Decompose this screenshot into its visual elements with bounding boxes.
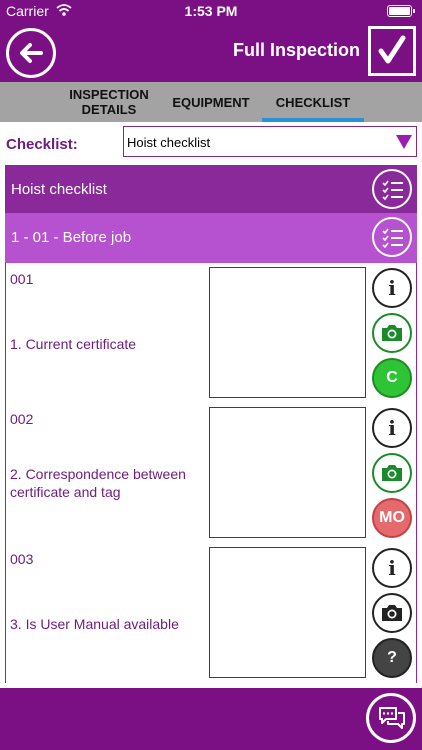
complete-inspection-button[interactable] bbox=[368, 26, 416, 76]
checklist-item: 002 2. Correspondence between certificat… bbox=[6, 403, 416, 543]
item-code: 001 bbox=[10, 271, 34, 287]
camera-icon bbox=[382, 605, 402, 621]
item-code: 002 bbox=[10, 411, 34, 427]
checklist-icon bbox=[382, 228, 403, 249]
item-description: 1. Current certificate bbox=[10, 336, 137, 352]
tab-inspection-details[interactable]: INSPECTION DETAILS bbox=[66, 82, 152, 122]
info-icon: i bbox=[388, 416, 396, 440]
camera-button[interactable] bbox=[372, 593, 412, 633]
app-header: Full Inspection bbox=[0, 22, 422, 82]
tab-equipment[interactable]: EQUIPMENT bbox=[166, 82, 256, 122]
camera-button[interactable] bbox=[372, 313, 412, 353]
footer-bar bbox=[0, 688, 422, 750]
checklist-item: 001 1. Current certificate i C bbox=[6, 263, 416, 403]
group-list-button[interactable] bbox=[372, 217, 412, 257]
status-badge[interactable]: MO bbox=[372, 498, 412, 538]
tab-bar: INSPECTION DETAILS EQUIPMENT CHECKLIST bbox=[0, 82, 422, 122]
info-icon: i bbox=[388, 556, 396, 580]
checklist-label: Checklist: bbox=[6, 136, 78, 153]
checklist-list-button[interactable] bbox=[372, 169, 412, 209]
status-badge[interactable]: ? bbox=[372, 638, 412, 678]
info-button[interactable]: i bbox=[372, 548, 412, 588]
group-section-header: 1 - 01 - Before job bbox=[5, 213, 417, 263]
item-notes-field[interactable] bbox=[209, 407, 366, 538]
checklist-dropdown[interactable]: Hoist checklist bbox=[123, 126, 417, 157]
item-notes-field[interactable] bbox=[209, 547, 366, 678]
checklist-items: 001 1. Current certificate i C 002 2. Co… bbox=[5, 263, 417, 683]
checklist-selector-row: Checklist: Hoist checklist bbox=[0, 126, 422, 160]
checklist-item: 003 3. Is User Manual available i ? bbox=[6, 543, 416, 683]
tab-checklist[interactable]: CHECKLIST bbox=[262, 82, 364, 122]
item-code: 003 bbox=[10, 551, 34, 567]
comments-button[interactable] bbox=[366, 693, 416, 743]
status-badge[interactable]: C bbox=[372, 358, 412, 398]
clock: 1:53 PM bbox=[184, 3, 238, 19]
camera-icon bbox=[382, 465, 402, 481]
item-notes-field[interactable] bbox=[209, 267, 366, 398]
chat-icon bbox=[379, 707, 405, 729]
checklist-section-title: Hoist checklist bbox=[11, 181, 107, 198]
item-description: 2. Correspondence between certificate an… bbox=[10, 466, 186, 500]
checklist-dropdown-value: Hoist checklist bbox=[127, 135, 211, 150]
page-title: Full Inspection bbox=[232, 40, 360, 60]
checklist-icon bbox=[382, 180, 403, 201]
arrow-left-icon bbox=[20, 43, 43, 63]
checklist-section-header: Hoist checklist bbox=[5, 165, 417, 213]
back-button[interactable] bbox=[6, 28, 56, 78]
info-icon: i bbox=[388, 276, 396, 300]
status-bar: Carrier 1:53 PM bbox=[0, 0, 422, 22]
camera-icon bbox=[382, 325, 402, 341]
item-description: 3. Is User Manual available bbox=[10, 616, 179, 632]
checkmark-icon bbox=[378, 35, 406, 64]
info-button[interactable]: i bbox=[372, 268, 412, 308]
info-button[interactable]: i bbox=[372, 408, 412, 448]
group-section-title: 1 - 01 - Before job bbox=[11, 229, 132, 246]
battery-icon bbox=[387, 5, 415, 17]
dropdown-triangle-icon bbox=[396, 135, 412, 149]
camera-button[interactable] bbox=[372, 453, 412, 493]
